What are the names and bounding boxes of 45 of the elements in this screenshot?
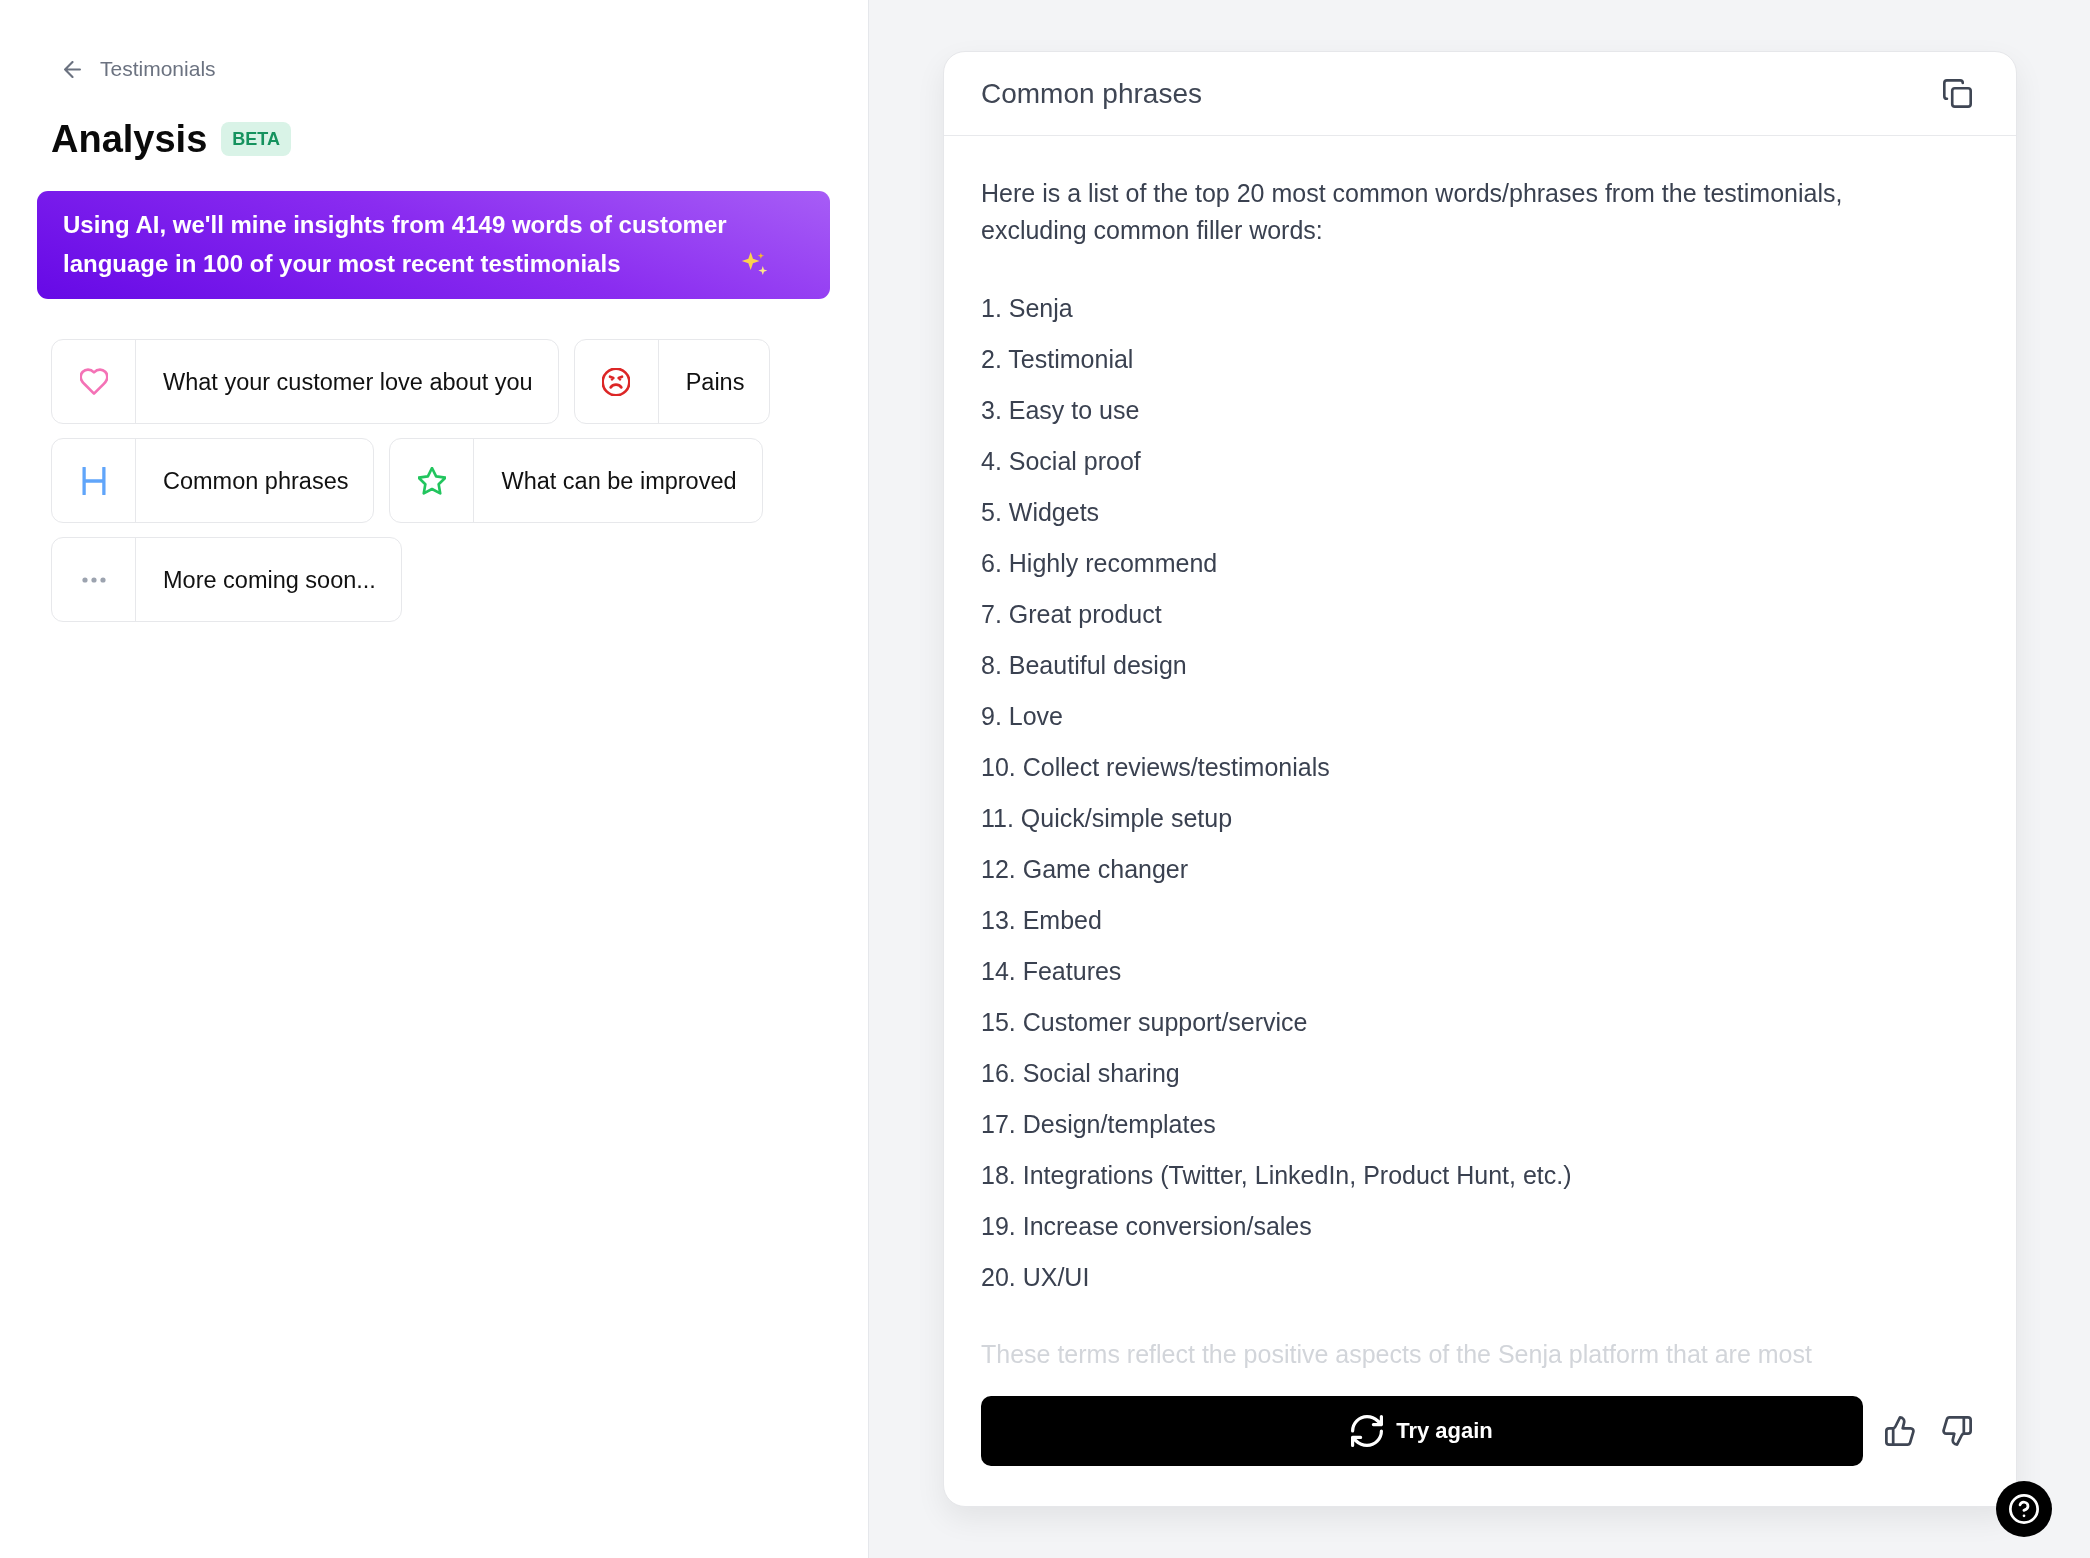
help-icon (2009, 1494, 2039, 1524)
dots-icon (81, 576, 106, 583)
analysis-option-button[interactable]: Common phrases (51, 438, 375, 523)
phrase-item: 20. UX/UI (981, 1262, 1091, 1293)
phrase-item: 4. Social proof (981, 446, 1142, 477)
intro-text: Here is a list of the top 20 most common words/phrases from the testimonials, excluding common filler words: (981, 178, 1844, 246)
phrase-item: 17. Design/templates (981, 1109, 1217, 1140)
phrase-item: 16. Social sharing (981, 1058, 1181, 1089)
copy-icon[interactable] (1943, 79, 1972, 108)
result-title: Common phrases (981, 76, 1202, 111)
phrase-item: 9. Love (981, 701, 1064, 732)
help-button[interactable] (1996, 1481, 2052, 1537)
analysis-option-button[interactable]: More coming soon... (51, 537, 402, 622)
phrase-item: 8. Beautiful design (981, 650, 1188, 681)
phrase-item: 18. Integrations (Twitter, LinkedIn, Product Hunt, etc.) (981, 1160, 1573, 1191)
analysis-option-button[interactable]: Pains (573, 339, 771, 424)
phrase-item: 2. Testimonial (981, 344, 1135, 375)
thumbs-down-icon[interactable] (1942, 1416, 1972, 1446)
heart-icon (79, 367, 108, 396)
back-link[interactable]: Testimonials (64, 55, 216, 83)
sparkles-icon (741, 252, 768, 275)
phrase-item: 12. Game changer (981, 854, 1190, 885)
phrase-item: 19. Increase conversion/sales (981, 1211, 1313, 1242)
phrase-item: 3. Easy to use (981, 395, 1141, 426)
try-again-button[interactable]: Try again (981, 1396, 1863, 1466)
analysis-option-button[interactable]: What your customer love about you (51, 339, 559, 424)
thumbs-up-icon[interactable] (1885, 1416, 1915, 1446)
phrase-item: 6. Highly recommend (981, 548, 1219, 579)
letter-h-icon (79, 466, 108, 495)
angry-face-icon (602, 367, 631, 396)
star-icon (417, 466, 446, 495)
page-title: Analysis (51, 117, 208, 162)
beta-badge: BETA (221, 122, 291, 156)
phrase-item: 14. Features (981, 956, 1123, 987)
phrase-item: 15. Customer support/service (981, 1007, 1309, 1038)
phrase-item: 7. Great product (981, 599, 1163, 630)
phrase-item: 5. Widgets (981, 497, 1101, 528)
phrase-item: 1. Senja (981, 293, 1074, 324)
arrow-left-icon (64, 60, 81, 78)
phrase-item: 11. Quick/simple setup (981, 803, 1234, 834)
phrase-item: 10. Collect reviews/testimonials (981, 752, 1331, 783)
refresh-icon (1351, 1415, 1384, 1447)
analysis-option-button[interactable]: What can be improved (389, 438, 763, 523)
banner-text: Using AI, we'll mine insights from 4149 words of customer language in 100 of your most recent testimonials (63, 210, 728, 279)
phrase-item: 13. Embed (981, 905, 1103, 936)
